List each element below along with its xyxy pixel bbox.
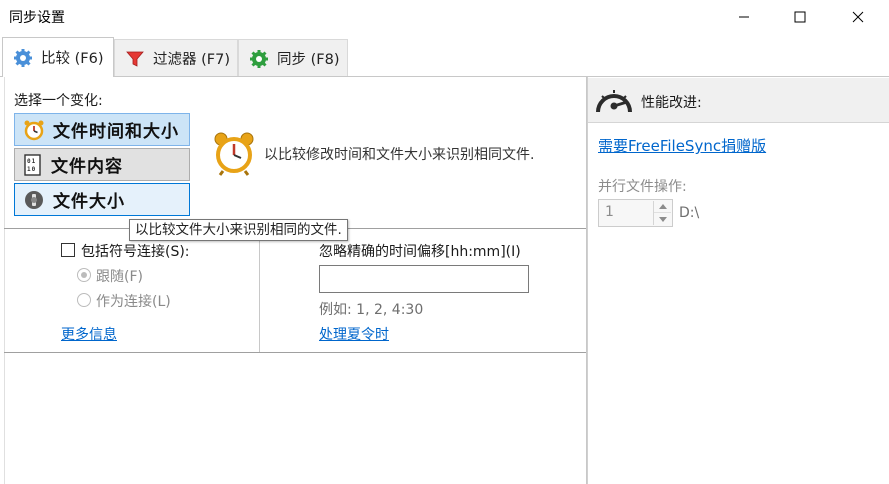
variant-time-size-button[interactable]: 文件时间和大小 (14, 113, 190, 146)
symlinks-checkbox-label[interactable]: 包括符号连接(S): (81, 241, 190, 261)
title-bar: 同步设置 (0, 0, 889, 34)
gear-icon (14, 48, 32, 67)
variant-label: 选择一个变化: (14, 93, 103, 109)
symlink-follow-label[interactable]: 跟随(F) (96, 266, 143, 286)
maximize-icon (794, 11, 806, 23)
tab-filter-label: 过滤器 (F7) (153, 52, 230, 68)
tab-strip: 比较 (F6) 过滤器 (F7) 同步 (F8) (0, 37, 889, 77)
symlink-as-link-label[interactable]: 作为连接(L) (96, 291, 171, 311)
minimize-button[interactable] (716, 0, 772, 34)
window-title: 同步设置 (9, 10, 65, 26)
donation-edition-link[interactable]: 需要FreeFileSync捐赠版 (598, 135, 766, 156)
file-size-icon (25, 190, 43, 209)
time-shift-label: 忽略精确的时间偏移[hh:mm](I) (319, 244, 521, 260)
filter-funnel-icon (126, 51, 144, 67)
symlink-as-link-radio[interactable] (77, 293, 91, 307)
tab-sync-label: 同步 (F8) (277, 52, 340, 68)
variant-content-label: 文件内容 (51, 157, 123, 177)
symlinks-checkbox[interactable] (61, 243, 75, 257)
svg-text:10: 10 (27, 166, 36, 173)
close-button[interactable] (830, 0, 886, 34)
svg-text:01: 01 (27, 158, 36, 165)
variant-description: 以比较修改时间和文件大小来识别相同文件. (264, 147, 535, 163)
more-info-link[interactable]: 更多信息 (61, 324, 117, 344)
variant-size-button[interactable]: 文件大小 (14, 183, 190, 216)
tab-filter[interactable]: 过滤器 (F7) (114, 39, 238, 77)
time-shift-input[interactable] (319, 265, 529, 293)
parallel-ops-spinner[interactable]: 1 (598, 199, 673, 227)
chevron-down-icon (658, 216, 667, 222)
sync-gear-icon (250, 49, 268, 68)
symlink-follow-radio[interactable] (77, 268, 91, 282)
tooltip: 以比较文件大小来识别相同的文件. (129, 219, 348, 241)
clock-icon (24, 120, 44, 140)
time-shift-example: 例如: 1, 2, 4:30 (319, 302, 424, 318)
minimize-icon (739, 16, 749, 18)
maximize-button[interactable] (772, 0, 828, 34)
dst-link[interactable]: 处理夏令时 (319, 324, 389, 344)
variant-size-label: 文件大小 (53, 192, 125, 212)
tab-compare-label: 比较 (F6) (41, 51, 104, 67)
tab-compare[interactable]: 比较 (F6) (2, 37, 114, 77)
parallel-ops-label: 并行文件操作: (598, 179, 687, 195)
drive-label: D:\ (679, 205, 700, 221)
performance-title: 性能改进: (641, 95, 702, 111)
sync-settings-window: 同步设置 比较 (F6) 过滤器 (F7) 同步 (F8) 选择一个变化: 文件… (0, 0, 889, 484)
spinner-up-button[interactable] (654, 201, 671, 213)
parallel-ops-value: 1 (605, 204, 614, 220)
column-divider (259, 229, 260, 352)
chevron-up-icon (658, 204, 667, 209)
speedometer-icon (596, 90, 632, 113)
close-icon (852, 11, 864, 23)
alarm-clock-icon (214, 132, 254, 176)
spinner-buttons (653, 201, 671, 225)
section-divider-bottom (4, 352, 586, 353)
variant-content-button[interactable]: 01 10 文件内容 (14, 148, 190, 181)
spinner-down-button[interactable] (654, 213, 671, 225)
binary-file-icon: 01 10 (24, 153, 41, 176)
variant-time-size-label: 文件时间和大小 (53, 122, 179, 142)
tab-sync[interactable]: 同步 (F8) (238, 39, 348, 77)
